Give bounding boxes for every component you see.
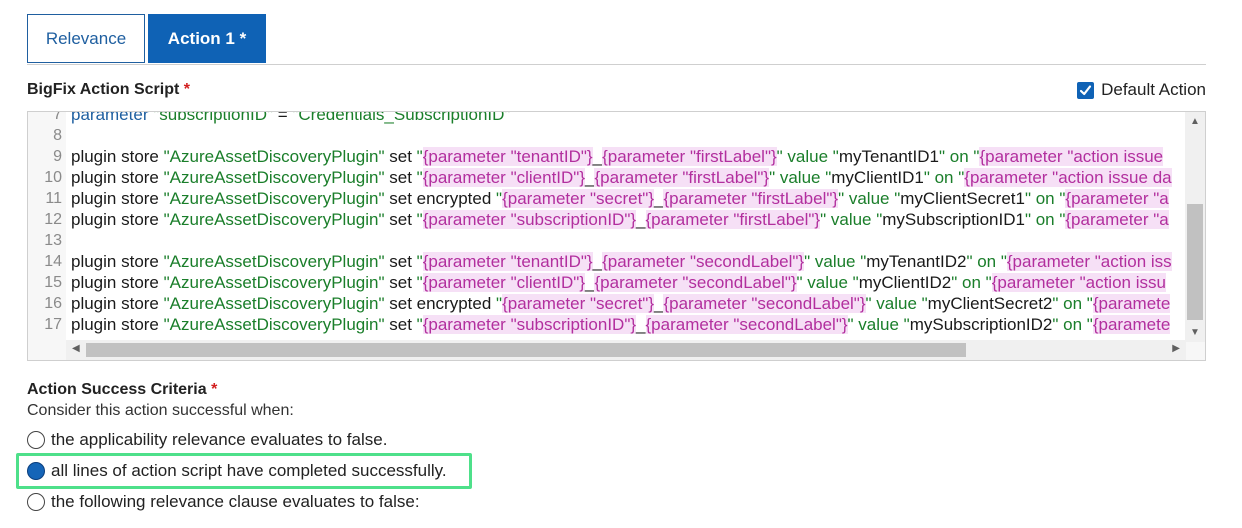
scroll-left-icon[interactable]: ◀ xyxy=(72,343,80,354)
success-criteria-title-text: Action Success Criteria xyxy=(27,381,207,398)
line-number-gutter: 7 8 9 10 11 12 13 14 15 16 17 xyxy=(28,112,66,342)
line-number: 9 xyxy=(53,148,62,165)
radio-label: the following relevance clause evaluates… xyxy=(51,492,420,511)
radio-button-selected[interactable] xyxy=(27,462,45,480)
horizontal-scroll-thumb[interactable] xyxy=(86,343,966,357)
radio-option-relevance-clause[interactable]: the following relevance clause evaluates… xyxy=(27,492,420,512)
line-number: 12 xyxy=(44,211,62,228)
line-number: 10 xyxy=(44,169,62,186)
code-line[interactable]: plugin store "AzureAssetDiscoveryPlugin"… xyxy=(71,146,1164,167)
required-mark: * xyxy=(211,381,218,398)
radio-label: the applicability relevance evaluates to… xyxy=(51,430,388,449)
tab-relevance[interactable]: Relevance xyxy=(27,14,145,63)
line-number: 17 xyxy=(44,316,62,333)
code-line[interactable]: plugin store "AzureAssetDiscoveryPlugin"… xyxy=(71,188,1169,209)
required-mark: * xyxy=(183,81,190,98)
line-number: 14 xyxy=(44,253,62,270)
line-number: 16 xyxy=(44,295,62,312)
line-number: 7 xyxy=(53,111,62,123)
scroll-up-icon[interactable]: ▲ xyxy=(1190,116,1200,127)
line-number: 8 xyxy=(53,127,62,144)
line-number: 11 xyxy=(45,190,62,207)
code-line[interactable]: parameter "subscriptionID" = "Credential… xyxy=(71,112,510,125)
radio-label: all lines of action script have complete… xyxy=(51,461,447,480)
vertical-scrollbar[interactable]: ▲ ▼ xyxy=(1185,112,1205,342)
scroll-right-icon[interactable]: ▶ xyxy=(1172,343,1180,354)
code-line[interactable]: plugin store "AzureAssetDiscoveryPlugin"… xyxy=(71,314,1171,335)
action-script-title: BigFix Action Script * xyxy=(27,81,190,99)
default-action-checkbox[interactable] xyxy=(1077,81,1095,99)
code-line[interactable]: plugin store "AzureAssetDiscoveryPlugin"… xyxy=(71,209,1169,230)
radio-button[interactable] xyxy=(27,431,45,449)
code-line[interactable]: plugin store "AzureAssetDiscoveryPlugin"… xyxy=(71,293,1171,314)
success-criteria-subtitle: Consider this action successful when: xyxy=(27,402,294,419)
radio-option-applicability[interactable]: the applicability relevance evaluates to… xyxy=(27,430,387,450)
tab-bar: Relevance Action 1 * xyxy=(27,14,1206,65)
line-number: 13 xyxy=(44,232,62,249)
code-area[interactable]: parameter "subscriptionID" = "Credential… xyxy=(66,112,1186,342)
action-script-editor[interactable]: 7 8 9 10 11 12 13 14 15 16 17 parameter "subscript… xyxy=(27,111,1206,361)
horizontal-scrollbar[interactable]: ◀ ▶ xyxy=(66,340,1186,360)
default-action-toggle[interactable]: Default Action xyxy=(1077,80,1206,100)
code-line[interactable]: plugin store "AzureAssetDiscoveryPlugin"… xyxy=(71,251,1172,272)
line-number: 15 xyxy=(44,274,62,291)
success-criteria-title: Action Success Criteria * xyxy=(27,381,217,399)
checkmark-icon xyxy=(1079,84,1092,95)
default-action-label: Default Action xyxy=(1101,80,1206,99)
radio-option-all-lines[interactable]: all lines of action script have complete… xyxy=(27,461,447,481)
action-script-title-text: BigFix Action Script xyxy=(27,81,180,98)
radio-button[interactable] xyxy=(27,493,45,511)
scroll-down-icon[interactable]: ▼ xyxy=(1190,327,1200,338)
code-line[interactable]: plugin store "AzureAssetDiscoveryPlugin"… xyxy=(71,167,1172,188)
code-line[interactable]: plugin store "AzureAssetDiscoveryPlugin"… xyxy=(71,272,1166,293)
vertical-scroll-thumb[interactable] xyxy=(1187,204,1203,320)
tab-action-1[interactable]: Action 1 * xyxy=(148,14,266,63)
